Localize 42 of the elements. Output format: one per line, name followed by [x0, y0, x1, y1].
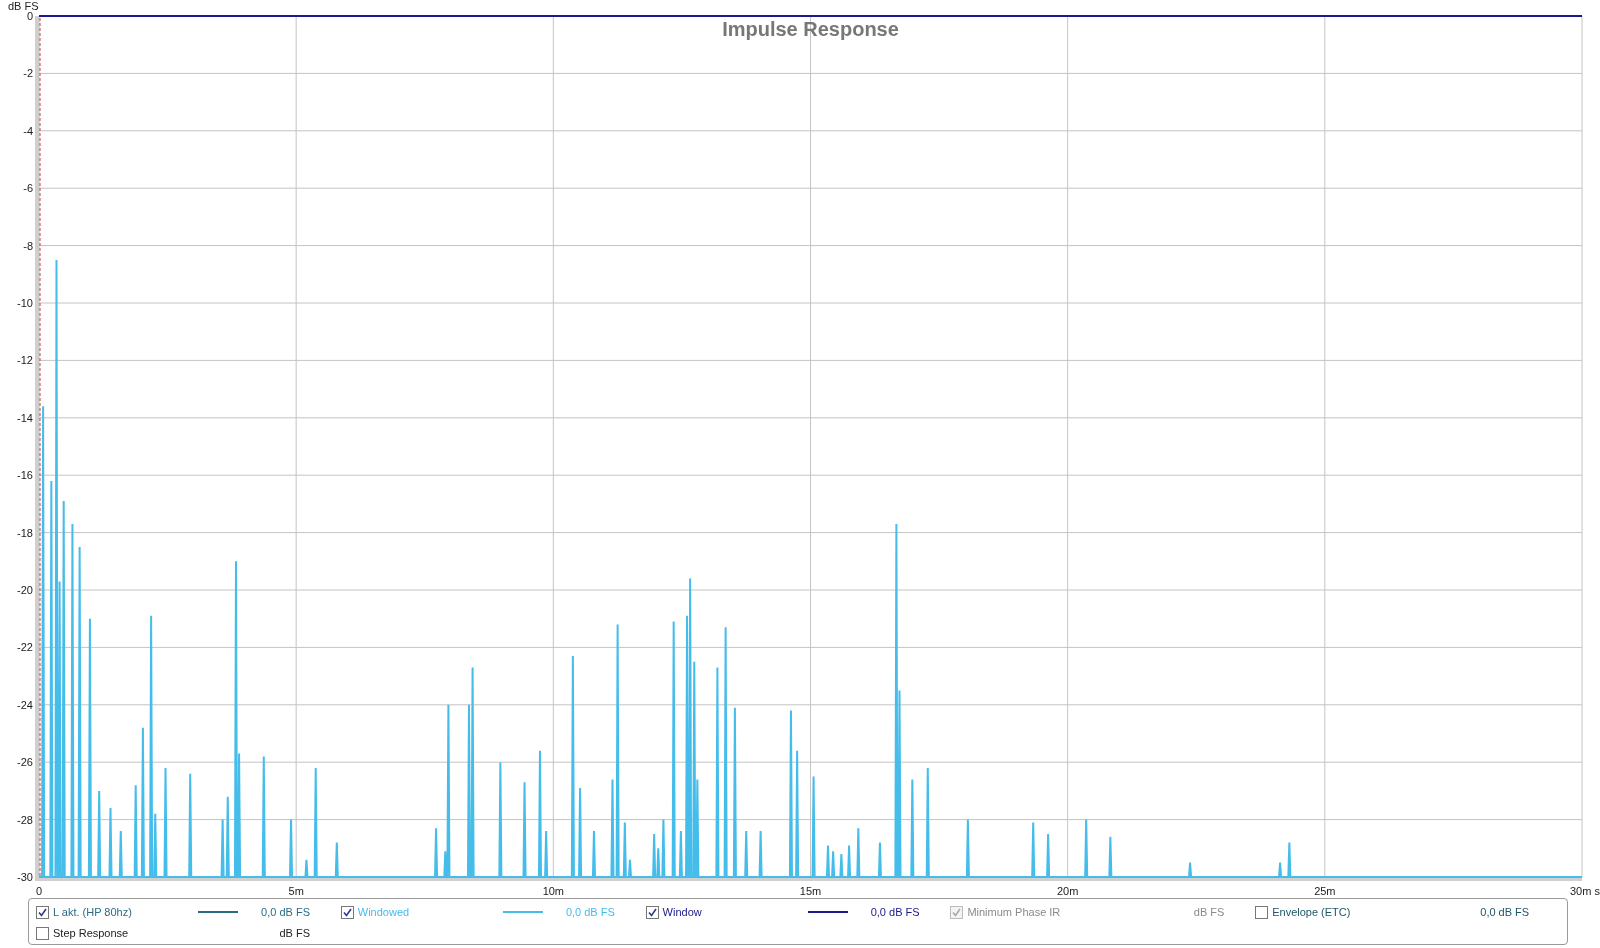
legend-value: dB FS	[278, 925, 310, 941]
legend-value: dB FS	[1192, 904, 1225, 920]
y-tick-label: -18	[17, 526, 33, 539]
checkbox[interactable]	[340, 905, 354, 919]
legend-label: Step Response	[53, 925, 130, 941]
legend-label: Window	[662, 904, 703, 920]
y-tick-label: -12	[17, 354, 33, 367]
legend-value: 0,0 dB FS	[260, 904, 310, 920]
legend-label: Minimum Phase IR	[967, 904, 1062, 920]
x-tick-label: 25m	[1314, 885, 1336, 897]
y-tick-label: 0	[26, 10, 33, 22]
y-tick-label: -24	[17, 698, 33, 711]
chart-title: Impulse Response	[722, 18, 899, 40]
y-tick-label: -30	[17, 871, 33, 883]
checkbox[interactable]	[36, 905, 49, 919]
y-tick-label: -28	[17, 813, 33, 826]
y-tick-label: -16	[17, 469, 33, 482]
legend-value: 0,0 dB FS	[564, 904, 615, 920]
x-tick-label: 0	[35, 885, 43, 897]
y-tick-label: -10	[17, 297, 33, 309]
legend-value: 0,0 dB FS	[869, 904, 920, 920]
y-tick-label: -26	[17, 756, 33, 769]
y-tick-label: -14	[17, 411, 33, 424]
checkbox[interactable]	[1255, 905, 1269, 919]
y-tick-label: -6	[23, 182, 33, 195]
y-tick-label: -2	[23, 67, 33, 80]
checkbox[interactable]	[645, 905, 659, 919]
x-tick-label: 20m	[1056, 885, 1079, 897]
y-tick-label: -4	[23, 124, 33, 137]
checkbox[interactable]	[36, 926, 49, 940]
legend-label: Windowed	[357, 904, 411, 920]
y-tick-label: -20	[17, 584, 33, 596]
x-tick-label: 30m s	[1570, 885, 1600, 897]
legend-label: L akt. (HP 80hz)	[53, 904, 133, 920]
x-tick-label: 10m	[542, 885, 565, 897]
legend-label: Envelope (ETC)	[1272, 904, 1352, 920]
x-tick-label: 5m	[288, 885, 304, 897]
x-tick-label: 15m	[799, 885, 822, 897]
y-tick-label: -8	[23, 239, 33, 252]
legend-value: 0,0 dB FS	[1479, 904, 1530, 920]
y-tick-label: -22	[17, 641, 33, 654]
y-axis-label: dB FS	[8, 0, 39, 12]
